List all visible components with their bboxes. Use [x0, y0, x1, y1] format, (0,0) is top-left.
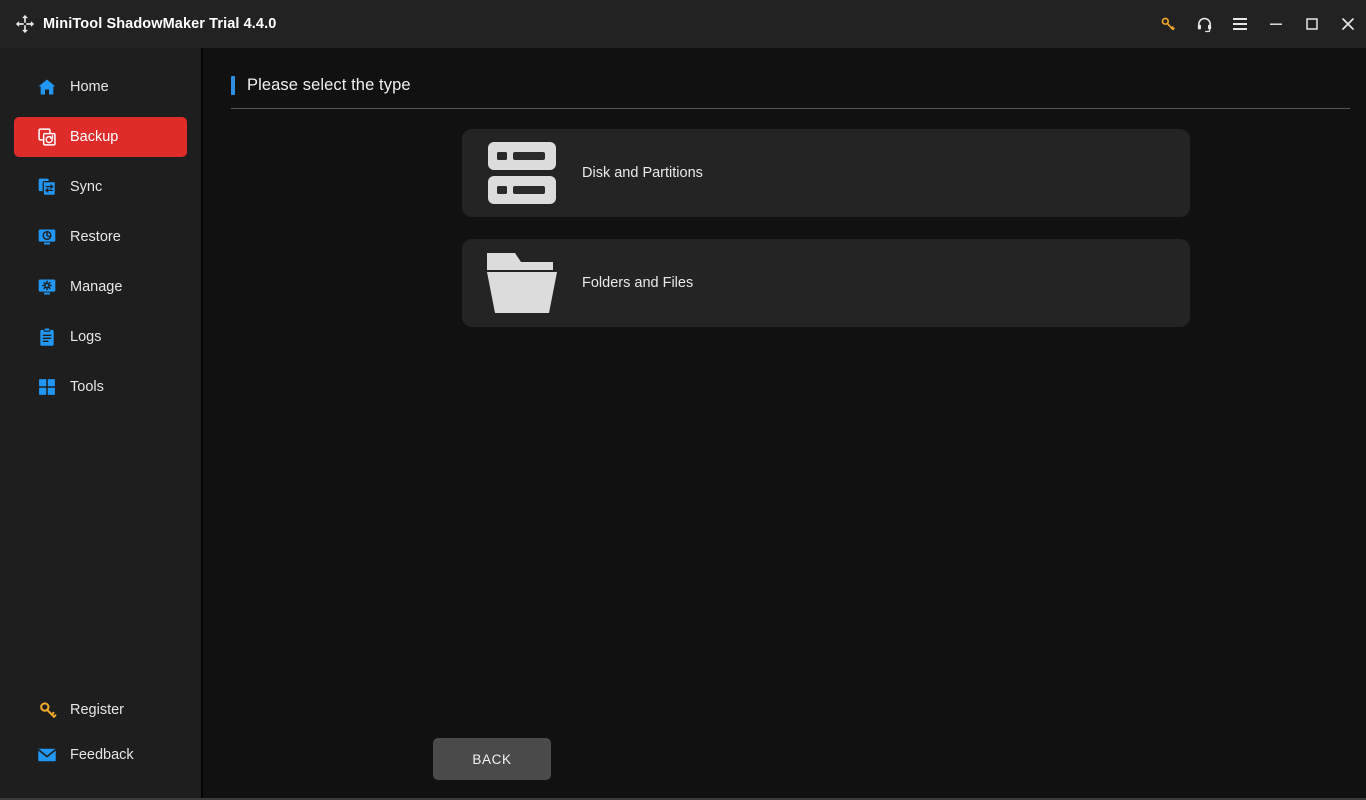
backup-type-disk-and-partitions[interactable]: Disk and Partitions: [462, 129, 1190, 217]
sidebar-item-label: Sync: [70, 179, 103, 195]
sidebar-item-label: Backup: [70, 129, 119, 145]
minimize-icon[interactable]: [1258, 0, 1294, 48]
sidebar: Home Backup Sync Restore Manage Logs Too…: [0, 48, 203, 798]
back-button[interactable]: BACK: [433, 738, 551, 780]
window-title: MiniTool ShadowMaker Trial 4.4.0: [43, 16, 277, 32]
support-headset-icon[interactable]: [1186, 0, 1222, 48]
sidebar-item-tools[interactable]: Tools: [14, 367, 187, 407]
backup-type-list: Disk and Partitions Folders and Files: [203, 109, 1366, 349]
restore-icon: [36, 226, 58, 248]
disk-partitions-icon: [462, 140, 582, 206]
window-body: Home Backup Sync Restore Manage Logs Too…: [0, 48, 1366, 798]
menu-hamburger-icon[interactable]: [1222, 0, 1258, 48]
logs-icon: [36, 326, 58, 348]
key-icon: [36, 699, 58, 721]
sidebar-item-register[interactable]: Register: [14, 690, 187, 730]
sidebar-item-label: Home: [70, 79, 109, 95]
shadowmaker-logo-icon: [12, 11, 38, 37]
folder-files-icon: [462, 250, 582, 316]
window-controls: [1150, 0, 1366, 48]
sidebar-item-feedback[interactable]: Feedback: [14, 735, 187, 775]
register-key-icon[interactable]: [1150, 0, 1186, 48]
page-header: Please select the type: [231, 76, 1350, 109]
backup-type-label: Disk and Partitions: [582, 165, 703, 181]
sidebar-item-label: Manage: [70, 279, 123, 295]
sidebar-item-label: Restore: [70, 229, 121, 245]
sidebar-item-label: Feedback: [70, 747, 134, 763]
manage-icon: [36, 276, 58, 298]
tools-icon: [36, 376, 58, 398]
sidebar-item-sync[interactable]: Sync: [14, 167, 187, 207]
content-footer: BACK: [203, 738, 1366, 798]
close-icon[interactable]: [1330, 0, 1366, 48]
sidebar-item-backup[interactable]: Backup: [14, 117, 187, 157]
title-bar: MiniTool ShadowMaker Trial 4.4.0: [0, 0, 1366, 48]
envelope-icon: [36, 744, 58, 766]
sidebar-item-restore[interactable]: Restore: [14, 217, 187, 257]
sidebar-item-logs[interactable]: Logs: [14, 317, 187, 357]
content-area: Please select the type Disk and Partitio…: [203, 48, 1366, 798]
backup-icon: [36, 126, 58, 148]
sidebar-item-label: Tools: [70, 379, 104, 395]
sidebar-item-label: Logs: [70, 329, 102, 345]
sidebar-item-label: Register: [70, 702, 124, 718]
sidebar-item-home[interactable]: Home: [14, 67, 187, 107]
home-icon: [36, 76, 58, 98]
backup-type-folders-and-files[interactable]: Folders and Files: [462, 239, 1190, 327]
sidebar-bottom-group: Register Feedback: [0, 685, 201, 798]
backup-type-label: Folders and Files: [582, 275, 694, 291]
title-accent-bar: [231, 76, 235, 95]
app-window: MiniTool ShadowMaker Trial 4.4.0 Home Ba…: [0, 0, 1366, 800]
sidebar-item-manage[interactable]: Manage: [14, 267, 187, 307]
sync-icon: [36, 176, 58, 198]
maximize-icon[interactable]: [1294, 0, 1330, 48]
page-title: Please select the type: [247, 76, 411, 94]
